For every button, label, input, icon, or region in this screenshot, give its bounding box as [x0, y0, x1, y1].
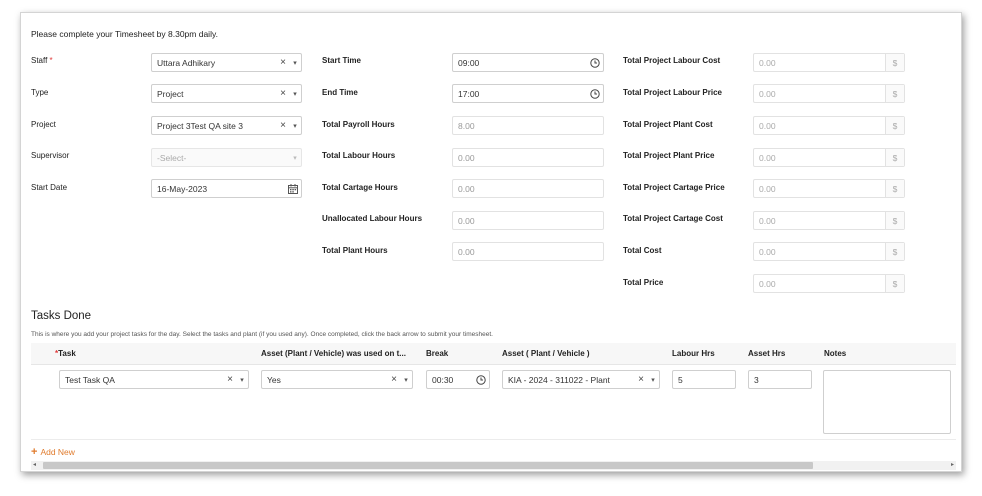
- total-price-label: Total Price: [623, 278, 664, 287]
- column-header-asset-used: Asset (Plant / Vehicle) was used on t...: [261, 349, 406, 358]
- clear-icon[interactable]: ×: [635, 374, 647, 385]
- column-header-notes: Notes: [824, 349, 847, 358]
- scrollbar-thumb[interactable]: [43, 462, 813, 469]
- chevron-down-icon[interactable]: ▾: [289, 122, 301, 130]
- project-plant-cost-label: Total Project Plant Cost: [623, 120, 713, 129]
- start-date-field[interactable]: 16-May-2023: [151, 179, 302, 198]
- project-plant-price-label: Total Project Plant Price: [623, 151, 715, 160]
- start-time-field[interactable]: 09:00: [452, 53, 604, 72]
- chevron-down-icon[interactable]: ▾: [289, 90, 301, 98]
- chevron-down-icon[interactable]: ▾: [647, 376, 659, 384]
- clear-icon[interactable]: ×: [388, 374, 400, 385]
- currency-addon: $: [885, 275, 904, 292]
- supervisor-select[interactable]: -Select- ▾: [151, 148, 302, 167]
- staff-select[interactable]: Uttara Adhikary × ▾: [151, 53, 302, 72]
- scroll-right-icon[interactable]: ▸: [951, 461, 954, 468]
- total-price-field: 0.00 $: [753, 274, 905, 293]
- scroll-left-icon[interactable]: ◂: [33, 461, 36, 468]
- labour-hours-label: Total Labour Hours: [322, 151, 396, 160]
- clear-icon[interactable]: ×: [224, 374, 236, 385]
- add-new-task-button[interactable]: + Add New: [31, 446, 75, 458]
- project-labour-cost-field: 0.00 $: [753, 53, 905, 72]
- chevron-down-icon[interactable]: ▾: [289, 154, 301, 162]
- chevron-down-icon[interactable]: ▾: [400, 376, 412, 384]
- clear-icon[interactable]: ×: [277, 57, 289, 68]
- tasks-section-description: This is where you add your project tasks…: [31, 331, 493, 338]
- unallocated-hours-label: Unallocated Labour Hours: [322, 214, 423, 223]
- currency-addon: $: [885, 212, 904, 229]
- project-cartage-cost-label: Total Project Cartage Cost: [623, 214, 723, 223]
- break-time-field[interactable]: 00:30: [426, 370, 490, 389]
- project-select[interactable]: Project 3Test QA site 3 × ▾: [151, 116, 302, 135]
- asset-hrs-input[interactable]: 3: [748, 370, 812, 389]
- asset-used-select[interactable]: Yes × ▾: [261, 370, 413, 389]
- currency-addon: $: [885, 149, 904, 166]
- asset-select[interactable]: KIA - 2024 - 311022 - Plant × ▾: [502, 370, 660, 389]
- project-labour-price-label: Total Project Labour Price: [623, 88, 722, 97]
- timesheet-notice: Please complete your Timesheet by 8.30pm…: [31, 29, 218, 39]
- plus-icon: +: [31, 446, 38, 458]
- column-header-labour-hrs: Labour Hrs: [672, 349, 715, 358]
- plant-hours-field: 0.00: [452, 242, 604, 261]
- project-cartage-price-label: Total Project Cartage Price: [623, 183, 725, 192]
- plant-hours-label: Total Plant Hours: [322, 246, 388, 255]
- chevron-down-icon[interactable]: ▾: [236, 376, 248, 384]
- project-labour-cost-label: Total Project Labour Cost: [623, 56, 721, 65]
- unallocated-hours-field: 0.00: [452, 211, 604, 230]
- project-cartage-price-field: 0.00 $: [753, 179, 905, 198]
- currency-addon: $: [885, 85, 904, 102]
- currency-addon: $: [885, 180, 904, 197]
- currency-addon: $: [885, 243, 904, 260]
- start-date-label: Start Date: [31, 183, 68, 192]
- column-header-task: *Task: [55, 349, 76, 358]
- column-header-asset-hrs: Asset Hrs: [748, 349, 786, 358]
- payroll-hours-field: 8.00: [452, 116, 604, 135]
- chevron-down-icon[interactable]: ▾: [289, 59, 301, 67]
- project-labour-price-field: 0.00 $: [753, 84, 905, 103]
- cartage-hours-field: 0.00: [452, 179, 604, 198]
- tasks-table-header: *Task Asset (Plant / Vehicle) was used o…: [31, 343, 956, 365]
- start-time-label: Start Time: [322, 56, 361, 65]
- column-header-asset: Asset ( Plant / Vehicle ): [502, 349, 590, 358]
- project-plant-price-field: 0.00 $: [753, 148, 905, 167]
- project-plant-cost-field: 0.00 $: [753, 116, 905, 135]
- clock-icon[interactable]: [587, 88, 603, 99]
- notes-textarea[interactable]: [823, 370, 951, 434]
- currency-addon: $: [885, 54, 904, 71]
- clear-icon[interactable]: ×: [277, 120, 289, 131]
- project-cartage-cost-field: 0.00 $: [753, 211, 905, 230]
- end-time-label: End Time: [322, 88, 358, 97]
- labour-hrs-input[interactable]: 5: [672, 370, 736, 389]
- calendar-icon[interactable]: [285, 183, 301, 194]
- row-divider: [31, 439, 956, 440]
- total-cost-label: Total Cost: [623, 246, 662, 255]
- clock-icon[interactable]: [587, 57, 603, 68]
- horizontal-scrollbar[interactable]: ◂ ▸: [31, 461, 956, 470]
- project-label: Project: [31, 120, 56, 129]
- type-select[interactable]: Project × ▾: [151, 84, 302, 103]
- timesheet-form: Please complete your Timesheet by 8.30pm…: [20, 12, 962, 472]
- currency-addon: $: [885, 117, 904, 134]
- clear-icon[interactable]: ×: [277, 88, 289, 99]
- cartage-hours-label: Total Cartage Hours: [322, 183, 398, 192]
- staff-label: Staff *: [31, 56, 53, 65]
- payroll-hours-label: Total Payroll Hours: [322, 120, 395, 129]
- tasks-section-title: Tasks Done: [31, 310, 92, 322]
- task-select[interactable]: Test Task QA × ▾: [59, 370, 249, 389]
- type-label: Type: [31, 88, 49, 97]
- total-cost-field: 0.00 $: [753, 242, 905, 261]
- clock-icon[interactable]: [473, 374, 489, 385]
- column-header-break: Break: [426, 349, 449, 358]
- labour-hours-field: 0.00: [452, 148, 604, 167]
- end-time-field[interactable]: 17:00: [452, 84, 604, 103]
- supervisor-label: Supervisor: [31, 151, 70, 160]
